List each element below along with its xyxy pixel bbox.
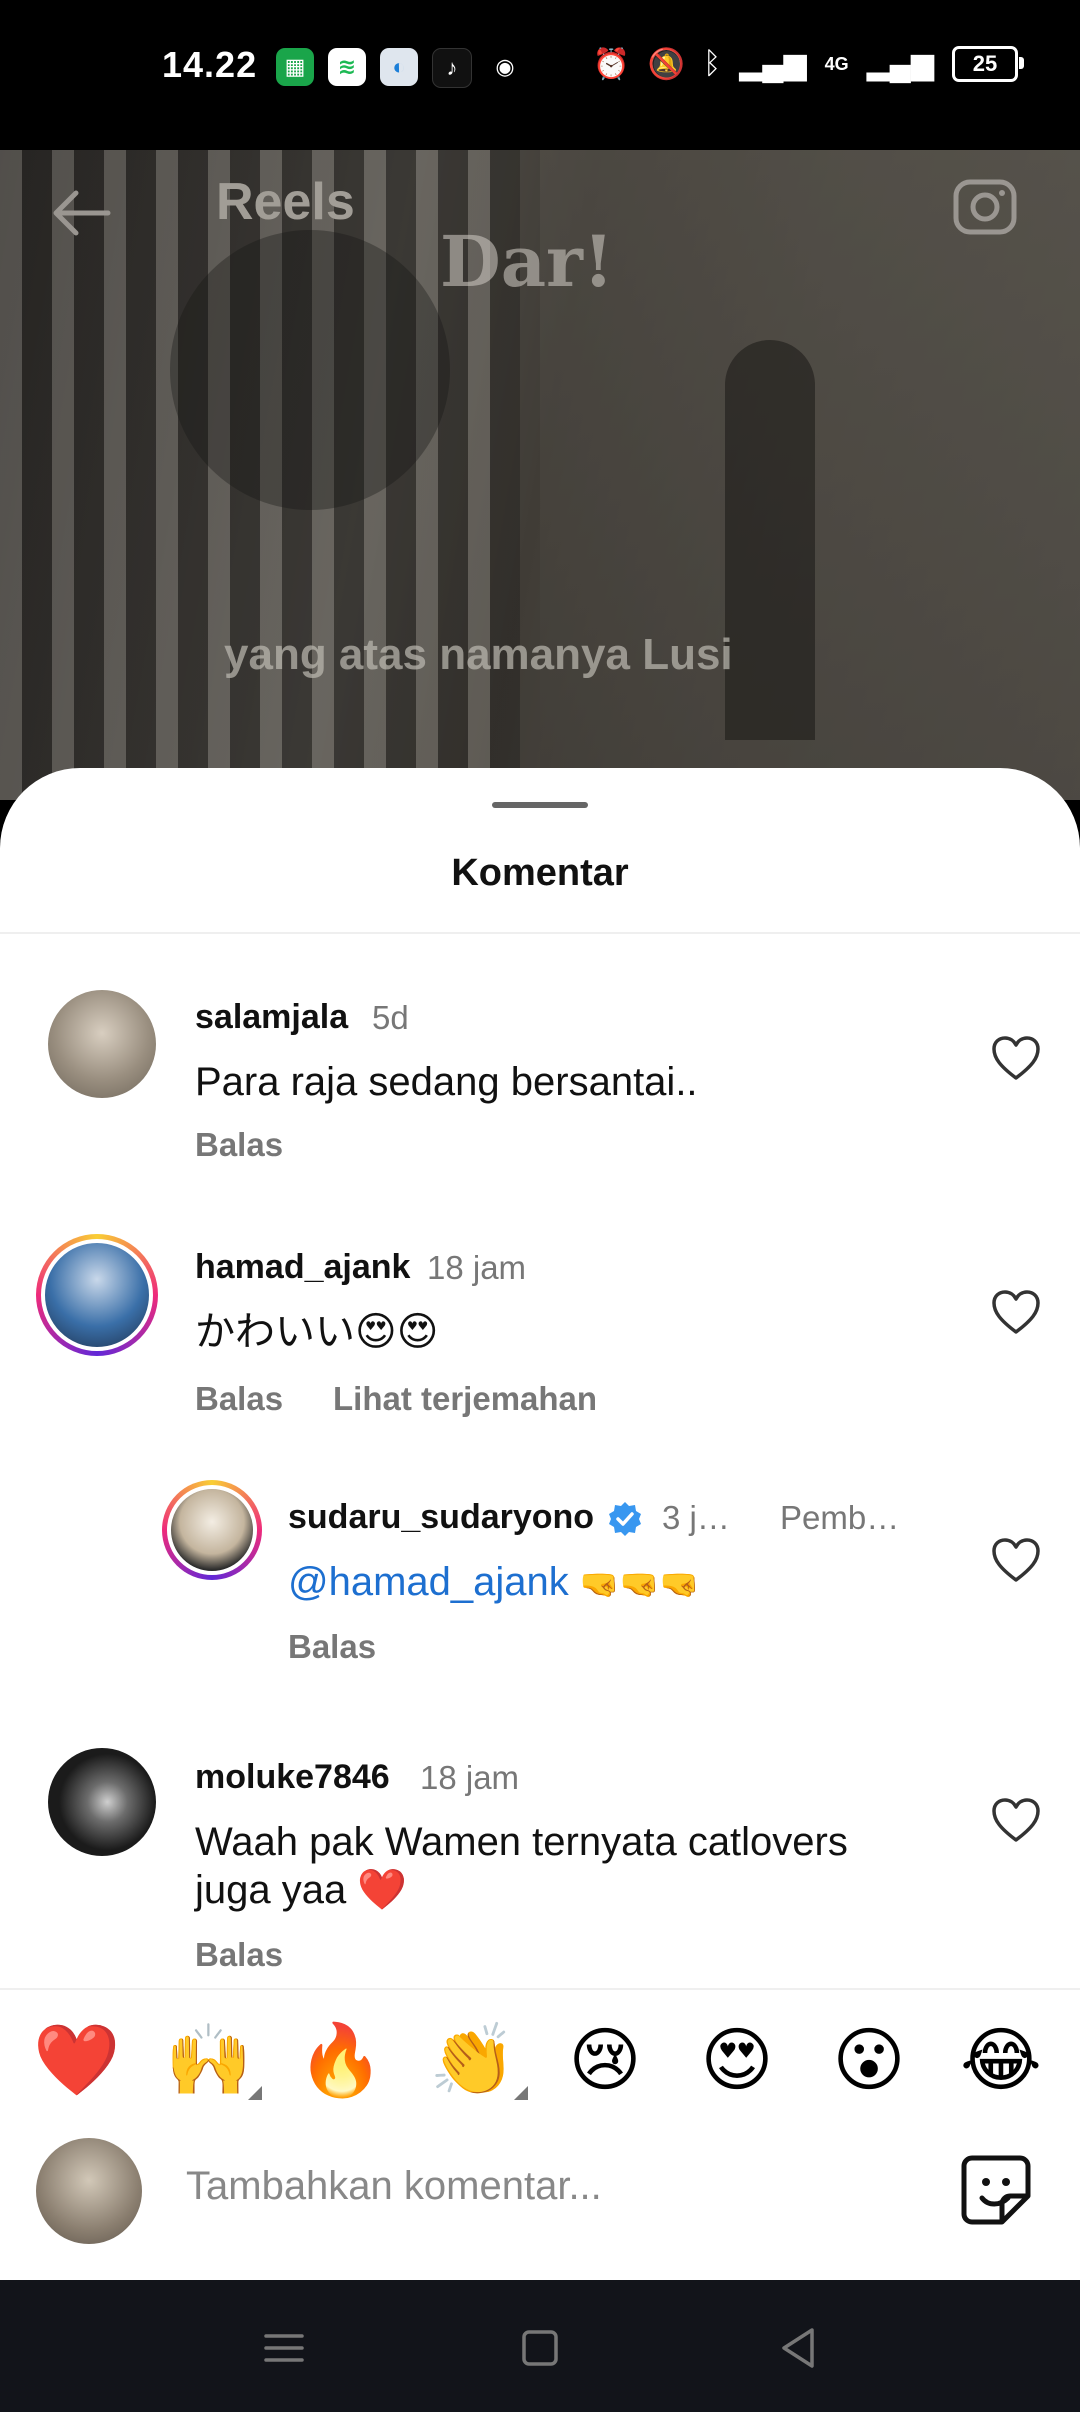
comment-username[interactable]: salamjala bbox=[195, 998, 348, 1037]
verified-badge-icon bbox=[606, 1500, 644, 1538]
emoji-crying-button[interactable]: 😢 bbox=[560, 2020, 650, 2100]
comment-username-text[interactable]: sudaru_sudaryono bbox=[288, 1498, 594, 1536]
status-bar: 14.22 ▦ ≋ ◐ ♪ ◉ ⏰ 🔕 ᛒ ▂▄▆ 4G ▂▄▆ 25 bbox=[0, 0, 1080, 120]
mention-link[interactable]: @hamad_ajank bbox=[288, 1560, 569, 1604]
comment-input[interactable]: Tambahkan komentar... bbox=[186, 2164, 602, 2209]
camera-icon[interactable] bbox=[950, 172, 1020, 242]
emoji-fire-button[interactable]: 🔥 bbox=[296, 2020, 386, 2100]
status-app-icons: ▦ ≋ ◐ ♪ ◉ bbox=[276, 48, 524, 88]
comment-composer: Tambahkan komentar... bbox=[0, 2130, 1080, 2280]
comment-text-line: juga yaa ❤️ bbox=[195, 1868, 408, 1912]
reply-button[interactable]: Balas bbox=[195, 1936, 283, 1974]
reel-caption: yang atas namanya Lusi bbox=[224, 630, 733, 679]
reel-page-title: Reels bbox=[216, 173, 355, 231]
comment-text: @hamad_ajank 🤜🤜🤜 bbox=[288, 1558, 699, 1608]
like-heart-icon[interactable] bbox=[990, 1288, 1042, 1336]
tiktok-icon: ♪ bbox=[432, 48, 472, 88]
sheet-drag-handle[interactable] bbox=[492, 802, 588, 808]
sheet-title: Komentar bbox=[451, 852, 629, 894]
current-user-avatar bbox=[36, 2138, 142, 2244]
emoji-raised-hands-button[interactable]: 🙌 bbox=[164, 2020, 254, 2100]
avatar[interactable] bbox=[36, 1234, 158, 1356]
see-translation-button[interactable]: Lihat terjemahan bbox=[333, 1380, 597, 1418]
emoji-heart-button[interactable]: ❤️ bbox=[32, 2020, 122, 2100]
reel-video[interactable]: Reels Dar! yang atas namanya Lusi bbox=[0, 150, 1080, 800]
reply-button[interactable]: Balas bbox=[195, 1380, 283, 1418]
emoji-clap-button[interactable]: 👏 bbox=[428, 2020, 518, 2100]
creator-badge-label: Pemb… bbox=[780, 1499, 900, 1536]
menu-recents-icon[interactable] bbox=[256, 2320, 312, 2376]
avatar-image bbox=[167, 1485, 257, 1575]
skin-tone-indicator-icon bbox=[248, 2086, 262, 2100]
emoji-laughing-button[interactable]: 😂 bbox=[956, 2020, 1046, 2100]
comment-time: 5d bbox=[372, 999, 409, 1036]
status-indicators: ⏰ 🔕 ᛒ ▂▄▆ 4G ▂▄▆ 25 bbox=[592, 46, 1024, 82]
comment-time: 18 jam bbox=[427, 1249, 527, 1286]
emoji-heart-eyes-button[interactable]: 😍 bbox=[692, 2020, 782, 2100]
comment-time: 3 j… bbox=[662, 1499, 730, 1536]
network-type: 4G bbox=[824, 53, 849, 74]
avatar[interactable] bbox=[48, 1748, 156, 1856]
comment-username[interactable]: sudaru_sudaryono bbox=[288, 1498, 644, 1538]
signal-icon: ▂▄▆ bbox=[866, 47, 934, 81]
battery-level: 25 bbox=[972, 51, 998, 76]
avatar[interactable] bbox=[48, 990, 156, 1098]
bluetooth-icon: ᛒ bbox=[703, 47, 722, 80]
comment-text-line: Waah pak Wamen ternyata catlovers bbox=[195, 1820, 848, 1864]
avatar-image bbox=[41, 1239, 153, 1351]
divider bbox=[0, 932, 1080, 934]
mute-icon: 🔕 bbox=[647, 47, 686, 81]
reply-button[interactable]: Balas bbox=[288, 1628, 376, 1666]
comment-username[interactable]: moluke7846 bbox=[195, 1758, 390, 1797]
alarm-icon: ⏰ bbox=[592, 47, 630, 81]
comment-text: Para raja sedang bersantai.. bbox=[195, 1060, 698, 1104]
avatar[interactable] bbox=[162, 1480, 262, 1580]
like-heart-icon[interactable] bbox=[990, 1536, 1042, 1584]
divider bbox=[0, 1988, 1080, 1990]
back-triangle-icon[interactable] bbox=[770, 2320, 826, 2376]
app-notification-icon: ◐ bbox=[380, 48, 418, 86]
like-heart-icon[interactable] bbox=[990, 1796, 1042, 1844]
home-icon[interactable] bbox=[512, 2320, 568, 2376]
chrome-icon: ◉ bbox=[486, 48, 524, 86]
spotify-icon: ≋ bbox=[328, 48, 366, 86]
comment-time: 18 jam bbox=[420, 1759, 520, 1796]
battery-icon: 25 bbox=[952, 46, 1024, 82]
comment-emoji: 🤜🤜🤜 bbox=[579, 1566, 700, 1602]
reel-watermark: Dar! bbox=[440, 220, 614, 303]
reply-button[interactable]: Balas bbox=[195, 1126, 283, 1164]
back-arrow-icon[interactable] bbox=[46, 178, 116, 248]
status-time: 14.22 bbox=[162, 44, 258, 85]
emoji-quick-bar: ❤️ 🙌 🔥 👏 😢 😍 😮 😂 bbox=[0, 2020, 1080, 2110]
like-heart-icon[interactable] bbox=[990, 1034, 1042, 1082]
system-navigation-bar bbox=[0, 2280, 1080, 2412]
app-notification-icon: ▦ bbox=[276, 48, 314, 86]
emoji-surprised-button[interactable]: 😮 bbox=[824, 2020, 914, 2100]
skin-tone-indicator-icon bbox=[514, 2086, 528, 2100]
comment-username[interactable]: hamad_ajank bbox=[195, 1248, 410, 1287]
signal-icon: ▂▄▆ bbox=[739, 47, 807, 81]
sticker-icon[interactable] bbox=[958, 2152, 1034, 2228]
comment-text: かわいい😍😍 bbox=[195, 1310, 439, 1354]
